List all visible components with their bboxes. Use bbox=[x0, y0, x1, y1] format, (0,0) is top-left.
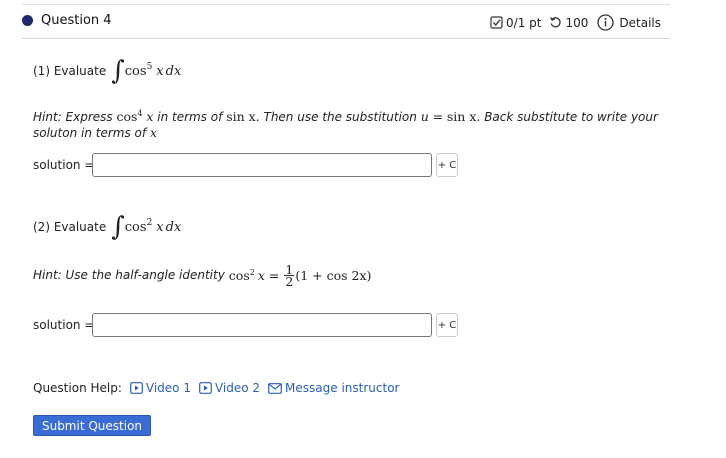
info-icon[interactable] bbox=[597, 14, 615, 31]
part2-hint-var: x bbox=[257, 268, 265, 283]
message-instructor-link[interactable]: Message instructor bbox=[268, 381, 399, 395]
part1-hint-x: x bbox=[149, 125, 157, 140]
part1-exp: 5 bbox=[146, 62, 153, 72]
part1-solution-input[interactable] bbox=[92, 153, 432, 177]
part2-solution-label: solution = bbox=[33, 318, 95, 332]
part1-var: x bbox=[156, 63, 164, 79]
video-icon bbox=[199, 382, 212, 394]
part1-solution-label: solution = bbox=[33, 158, 95, 172]
part1-hint-sin2: sin x. bbox=[446, 109, 481, 124]
video2-label[interactable]: Video 2 bbox=[215, 381, 260, 395]
part2-hint-cos: cos bbox=[228, 268, 250, 283]
fraction-denominator: 2 bbox=[285, 274, 294, 289]
part2-exp: 2 bbox=[146, 218, 153, 228]
part1-dx: dx bbox=[165, 63, 182, 79]
checkbox-icon bbox=[490, 16, 503, 29]
part2-hint-prefix: Hint: Use the half-angle identity bbox=[33, 268, 225, 282]
header-meta: 0/1 pt 100 Details bbox=[490, 14, 661, 31]
part2-hint: Hint: Use the half-angle identity cos 2 x… bbox=[33, 263, 372, 289]
message-instructor-label[interactable]: Message instructor bbox=[285, 381, 399, 395]
part1-hint-cos: cos bbox=[116, 109, 138, 124]
score-text: 0/1 pt bbox=[506, 15, 542, 30]
question-title: Question 4 bbox=[41, 13, 112, 28]
video2-link[interactable]: Video 2 bbox=[199, 381, 260, 395]
part1-hint-var: x bbox=[146, 109, 154, 124]
submit-question-button[interactable]: Submit Question bbox=[33, 415, 151, 436]
question-help-label: Question Help: bbox=[33, 381, 122, 395]
video1-link[interactable]: Video 1 bbox=[129, 381, 191, 395]
part1-hint-back: Back substitute to write your bbox=[484, 110, 658, 124]
top-divider bbox=[22, 4, 670, 5]
details-link[interactable]: Details bbox=[619, 16, 661, 30]
part2-hint-eq: = bbox=[268, 268, 280, 283]
part1-hint: Hint: Express cos4 x in terms of sin x. … bbox=[33, 106, 658, 141]
part1-hint-mid: in terms of bbox=[157, 110, 223, 124]
attempts-text: 100 bbox=[565, 15, 589, 30]
video1-label[interactable]: Video 1 bbox=[146, 381, 191, 395]
part1-hint-exp: 4 bbox=[137, 109, 143, 118]
retry-icon bbox=[549, 16, 562, 29]
part1-label: (1) Evaluate bbox=[33, 64, 107, 78]
part1-prompt: (1) Evaluate ∫ cos 5 x dx bbox=[33, 58, 181, 84]
integral-sign-1: ∫ bbox=[111, 56, 125, 86]
part2-hint-exp: 2 bbox=[249, 268, 255, 277]
part2-prompt: (2) Evaluate ∫ cos 2 x dx bbox=[33, 214, 181, 240]
part1-func: cos bbox=[124, 63, 147, 79]
question-status-dot bbox=[22, 15, 33, 26]
part2-func: cos bbox=[124, 219, 147, 235]
part1-hint-eq: = bbox=[432, 109, 444, 124]
question-header: Question 4 0/1 pt 100 Details bbox=[22, 6, 670, 39]
envelope-icon bbox=[268, 382, 282, 394]
part2-plus-c: + C bbox=[436, 313, 458, 337]
part1-hint-prefix: Hint: Express bbox=[33, 110, 113, 124]
integral-sign-2: ∫ bbox=[111, 212, 125, 242]
half-fraction: 1 2 bbox=[284, 263, 295, 289]
part1-hint-line2: soluton in terms of bbox=[33, 126, 147, 140]
part2-label: (2) Evaluate bbox=[33, 220, 107, 234]
part1-plus-c: + C bbox=[436, 153, 458, 177]
part2-solution-input[interactable] bbox=[92, 313, 432, 337]
video-icon bbox=[129, 382, 143, 394]
part2-var: x bbox=[156, 219, 164, 235]
part2-hint-rest: (1 + cos 2x) bbox=[295, 268, 372, 283]
part1-hint-u: u bbox=[420, 109, 429, 124]
question-help: Question Help: Video 1 Video 2 Message i… bbox=[33, 381, 399, 395]
part2-dx: dx bbox=[165, 219, 182, 235]
part1-hint-sin: sin x. bbox=[226, 109, 260, 124]
part1-hint-sub: Then use the substitution bbox=[263, 110, 417, 124]
